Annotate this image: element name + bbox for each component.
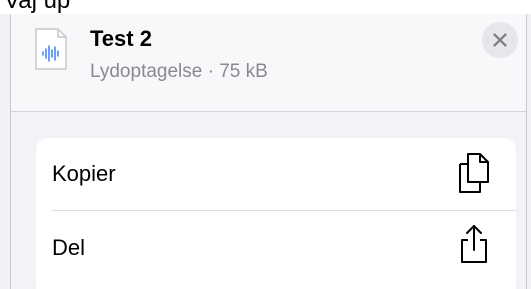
close-icon	[493, 33, 507, 47]
action-list: Kopier Del	[36, 138, 516, 289]
copy-icon	[459, 153, 489, 193]
share-icon	[461, 225, 487, 263]
file-header: Test 2 Lydoptagelse · 75 kB	[11, 14, 526, 111]
audio-file-icon	[34, 27, 68, 71]
share-sheet: Test 2 Lydoptagelse · 75 kB Kopier Del	[10, 14, 527, 289]
close-button[interactable]	[482, 22, 518, 58]
header-divider	[11, 111, 526, 112]
share-action[interactable]: Del	[36, 212, 516, 284]
file-meta: Lydoptagelse · 75 kB	[90, 61, 268, 82]
share-label: Del	[52, 235, 86, 260]
row-divider	[52, 210, 516, 211]
partial-header-text: Vaj up	[4, 0, 71, 14]
copy-action[interactable]: Kopier	[36, 138, 516, 210]
file-title: Test 2	[90, 26, 152, 51]
partially-visible-header: Vaj up	[0, 0, 531, 14]
copy-label: Kopier	[52, 161, 116, 186]
